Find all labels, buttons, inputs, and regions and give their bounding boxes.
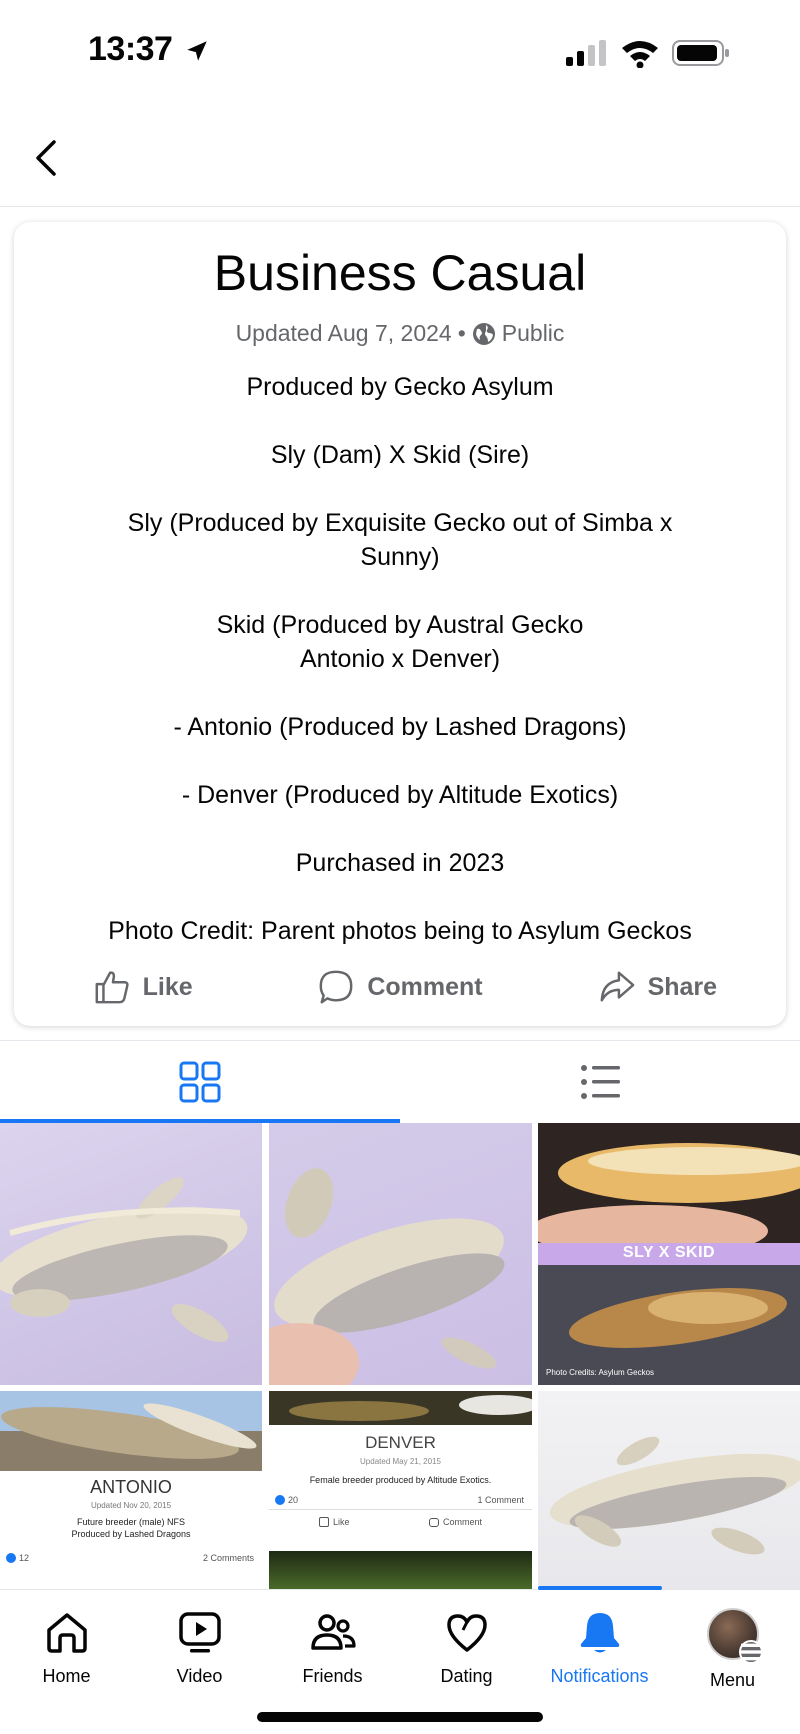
tab-list-view[interactable] (400, 1041, 800, 1123)
album-updated: Updated Aug 7, 2024 (235, 320, 452, 346)
denver-reaction-count: 20 (288, 1495, 299, 1505)
denver-comment-action: Comment (429, 1517, 482, 1527)
album-title: Business Casual (213, 245, 587, 301)
photo-caption: SLY X SKID (622, 1244, 716, 1261)
avatar (706, 1608, 763, 1664)
nav-notifications[interactable]: Notifications (533, 1608, 666, 1687)
desc-line: Skid (Produced by Austral Gecko Antonio … (216, 611, 584, 673)
cellular-signal-icon (566, 40, 606, 66)
denver-like-label: Like (333, 1517, 350, 1527)
menu-hamburger-icon (738, 1640, 763, 1664)
nav-friends-label: Friends (302, 1666, 363, 1686)
nav-dating-label: Dating (440, 1666, 493, 1686)
photo-credit: Photo Credits: Asylum Geckos (546, 1368, 655, 1377)
antonio-title: ANTONIO (90, 1477, 172, 1497)
view-tabs (0, 1041, 800, 1123)
desc-line: Purchased in 2023 (295, 849, 505, 877)
header-divider (0, 206, 800, 207)
photo-thumbnail[interactable] (0, 1123, 262, 1385)
album-meta: Updated Aug 7, 2024 • Public (14, 320, 786, 347)
comment-label: Comment (367, 972, 483, 1001)
comment-button[interactable]: Comment (271, 962, 528, 1012)
photo-thumbnail[interactable] (269, 1123, 532, 1385)
album-info-card: Business Casual Updated Aug 7, 2024 • Pu… (14, 222, 786, 1026)
list-view-icon (581, 1065, 620, 1099)
desc-line: Sly (Dam) X Skid (Sire) (270, 441, 530, 469)
chevron-left-icon (36, 140, 56, 176)
gecko-photo (0, 1177, 248, 1343)
like-label: Like (142, 972, 193, 1001)
photo-thumbnail[interactable]: DENVER Updated May 21, 2015 Female breed… (269, 1391, 532, 1589)
antonio-reactions: 12 (6, 1553, 29, 1563)
album-description: Produced by Gecko Asylum Sly (Dam) X Ski… (54, 370, 746, 948)
gecko-photo (0, 1391, 262, 1471)
desc-line: - Antonio (Produced by Lashed Dragons) (173, 713, 627, 741)
action-row: Like Comment Share (14, 962, 786, 1012)
denver-comments: 1 Comment (477, 1495, 524, 1505)
active-nav-indicator (538, 1586, 662, 1590)
nav-video-label: Video (176, 1666, 223, 1686)
photo-thumbnail[interactable]: ANTONIO Updated Nov 20, 2015 Future bree… (0, 1391, 262, 1589)
meta-separator: • (457, 320, 466, 346)
nav-notifications-label: Notifications (550, 1666, 649, 1686)
friends-icon (310, 1614, 356, 1650)
denver-title: DENVER (365, 1433, 436, 1452)
nav-friends[interactable]: Friends (266, 1608, 399, 1687)
nav-dating[interactable]: Dating (400, 1608, 533, 1687)
denver-comment-label: Comment (443, 1517, 483, 1527)
nav-video[interactable]: Video (133, 1608, 266, 1687)
like-reaction-icon (6, 1553, 16, 1563)
nav-home[interactable]: Home (0, 1608, 133, 1687)
status-bar: 13:37 (0, 0, 800, 110)
thumbs-up-icon (319, 1517, 329, 1527)
comment-bubble-icon (429, 1517, 439, 1527)
nav-home-label: Home (42, 1666, 91, 1686)
antonio-line2: Produced by Lashed Dragons (71, 1529, 191, 1539)
denver-reactions: 20 (275, 1495, 298, 1505)
photo-thumbnail[interactable] (538, 1391, 800, 1589)
desc-line: Photo Credit: Parent photos being to Asy… (108, 917, 692, 945)
globe-icon (472, 322, 495, 345)
share-arrow-icon (600, 971, 634, 1002)
bell-icon (580, 1613, 619, 1653)
thumbs-up-icon (95, 971, 129, 1004)
heart-icon (446, 1614, 487, 1652)
home-indicator (257, 1712, 543, 1722)
status-time: 13:37 (88, 30, 173, 68)
denver-updated: Updated May 21, 2015 (360, 1457, 441, 1466)
share-button[interactable]: Share (529, 962, 786, 1012)
gecko-photo (269, 1551, 532, 1589)
desc-line: - Denver (Produced by Altitude Exotics) (181, 781, 619, 809)
gecko-photo (549, 1436, 800, 1555)
antonio-reaction-count: 12 (19, 1553, 30, 1563)
comment-bubble-icon (319, 970, 353, 1004)
tab-grid-view[interactable] (0, 1041, 400, 1123)
video-icon (178, 1612, 221, 1653)
antonio-comments: 2 Comments (202, 1553, 254, 1563)
desc-line: Produced by Gecko Asylum (246, 373, 554, 401)
photo-thumbnail[interactable]: SLY X SKID Photo Credits: Asylum Geckos (538, 1123, 800, 1385)
denver-line1: Female breeder produced by Altitude Exot… (309, 1475, 492, 1485)
share-label: Share (647, 972, 718, 1001)
denver-like-action: Like (319, 1517, 350, 1527)
antonio-line1: Future breeder (male) NFS (76, 1517, 186, 1527)
battery-icon (672, 40, 729, 66)
location-arrow-icon (187, 41, 207, 61)
home-icon (46, 1613, 87, 1653)
desc-line: Sly (Produced by Exquisite Gecko out of … (127, 509, 673, 571)
photo-grid: SLY X SKID Photo Credits: Asylum Geckos … (0, 1123, 800, 1589)
like-reaction-icon (275, 1495, 285, 1505)
gecko-photo (269, 1168, 505, 1385)
gecko-photo (269, 1391, 532, 1425)
divider (269, 1509, 532, 1510)
wifi-icon (622, 41, 658, 68)
grid-view-icon (179, 1061, 221, 1103)
like-button[interactable]: Like (14, 962, 271, 1012)
nav-menu[interactable]: Menu (666, 1608, 799, 1691)
back-button[interactable] (26, 134, 66, 182)
antonio-updated: Updated Nov 20, 2015 (90, 1501, 172, 1510)
album-privacy: Public (501, 320, 565, 346)
